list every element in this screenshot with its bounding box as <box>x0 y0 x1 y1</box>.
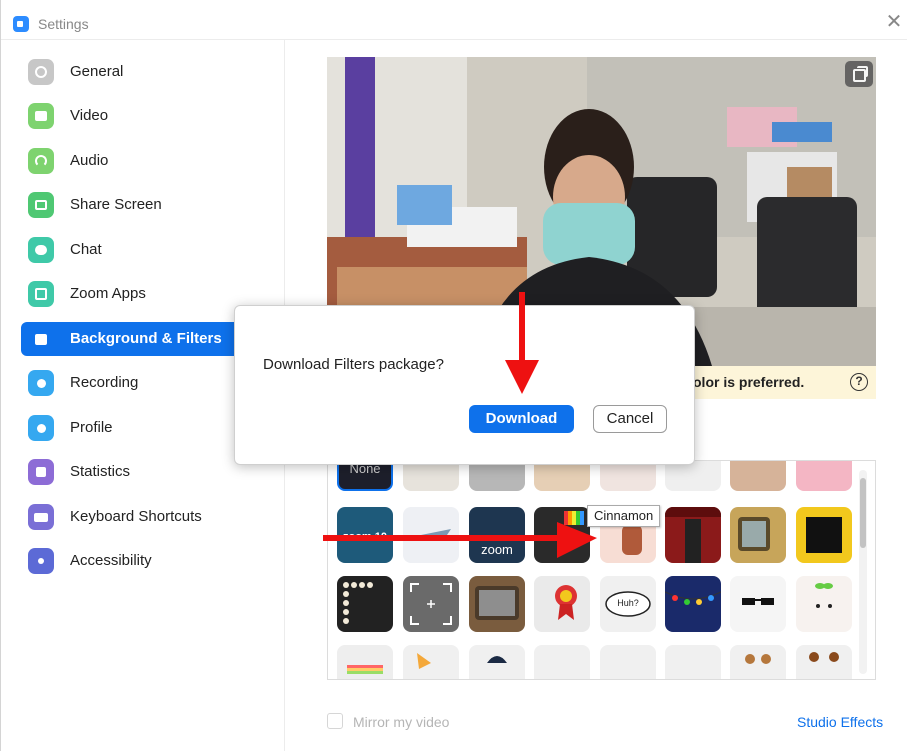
sunglasses-icon <box>742 598 774 605</box>
bear-ears-icon <box>745 654 771 664</box>
sidebar-item-video[interactable]: Video <box>21 99 257 133</box>
filter-tile[interactable] <box>730 461 786 491</box>
help-icon[interactable]: ? <box>850 373 868 391</box>
sidebar-item-label: Profile <box>70 419 113 436</box>
headphones-icon <box>28 148 54 174</box>
sidebar-item-share-screen[interactable]: Share Screen <box>21 188 257 222</box>
speech-bubble-text: Huh? <box>617 598 639 608</box>
filter-sprout-face-tile[interactable] <box>796 576 852 632</box>
settings-window: Settings ✕ General Video Audio Share Scr… <box>0 0 907 751</box>
sidebar-item-label: General <box>70 63 124 80</box>
filter-old-tv-tile[interactable] <box>469 576 525 632</box>
sidebar-item-label: Recording <box>70 374 139 391</box>
zoom-logo-icon <box>13 16 29 32</box>
title-bar: Settings ✕ <box>1 0 907 40</box>
sidebar-item-label: Accessibility <box>70 552 152 569</box>
studio-effects-link[interactable]: Studio Effects <box>797 714 883 730</box>
filter-rainbow-tile[interactable] <box>337 645 393 679</box>
chat-bubble-icon <box>28 237 54 263</box>
mirror-video-label: Mirror my video <box>353 714 450 730</box>
sidebar-item-audio[interactable]: Audio <box>21 144 257 178</box>
sidebar-item-label: Video <box>70 107 109 124</box>
cancel-button[interactable]: Cancel <box>593 405 667 433</box>
sidebar-item-keyboard-shortcuts[interactable]: Keyboard Shortcuts <box>21 500 257 534</box>
sidebar-item-label: Statistics <box>70 463 131 480</box>
share-screen-icon <box>28 192 54 218</box>
filter-medal-tile[interactable] <box>534 576 590 632</box>
dialog-message: Download Filters package? <box>263 356 444 373</box>
pizza-icon <box>417 653 431 669</box>
filter-film-strip-tile[interactable] <box>337 576 393 632</box>
sidebar-item-profile[interactable]: Profile <box>21 411 257 445</box>
download-filters-dialog: Download Filters package? Download Cance… <box>234 305 695 465</box>
holiday-lights-icon <box>665 591 721 605</box>
sidebar-item-label: Zoom Apps <box>70 285 146 302</box>
filter-face-tile[interactable] <box>600 645 656 679</box>
retro-tv-icon <box>738 517 770 551</box>
video-camera-icon <box>28 103 54 129</box>
filter-bear-ears-tile[interactable] <box>730 645 786 679</box>
record-icon <box>28 370 54 396</box>
filter-speech-bubble-tile[interactable]: zoom 10 Huh? <box>600 576 656 632</box>
window-title: Settings <box>38 16 89 32</box>
profile-icon <box>28 415 54 441</box>
sidebar-item-accessibility[interactable]: Accessibility <box>21 544 257 578</box>
filter-face-tile[interactable] <box>665 645 721 679</box>
filter-tile[interactable] <box>796 461 852 491</box>
keyboard-icon <box>28 504 54 530</box>
apps-icon <box>28 281 54 307</box>
film-strip-icon <box>343 582 373 624</box>
statistics-icon <box>28 459 54 485</box>
sidebar-item-label: Chat <box>70 241 102 258</box>
gear-icon <box>28 59 54 85</box>
sidebar-item-label: Share Screen <box>70 196 162 213</box>
medal-icon <box>555 585 577 620</box>
bear-face-icon <box>809 652 839 662</box>
filter-emoji-frame-tile[interactable] <box>796 507 852 563</box>
focus-frame-icon <box>410 583 452 625</box>
down-arrow-annotation <box>505 292 539 394</box>
notice-text: olor is preferred. <box>693 374 805 390</box>
filters-grid: None zoom 10 zoom <box>327 460 876 680</box>
filter-theater-curtain-tile[interactable] <box>665 507 721 563</box>
filter-pizza-tile[interactable] <box>403 645 459 679</box>
copy-icon[interactable] <box>845 61 873 87</box>
mirror-video-checkbox[interactable] <box>327 713 343 729</box>
sidebar-item-label: Background & Filters <box>70 330 222 347</box>
sidebar-item-label: Keyboard Shortcuts <box>70 508 202 525</box>
sprout-icon <box>815 583 833 608</box>
emoji-frame-icon <box>806 517 842 553</box>
background-icon <box>28 326 54 352</box>
sidebar-item-statistics[interactable]: Statistics <box>21 455 257 489</box>
filter-holiday-lights-tile[interactable] <box>665 576 721 632</box>
filter-camera-focus-tile[interactable] <box>403 576 459 632</box>
accessibility-icon <box>28 548 54 574</box>
filter-face-tile[interactable] <box>534 645 590 679</box>
filter-retro-tv-tile[interactable] <box>730 507 786 563</box>
cap-icon <box>487 656 507 663</box>
filters-scrollbar-thumb[interactable] <box>860 478 866 548</box>
sidebar-item-recording[interactable]: Recording <box>21 366 257 400</box>
sidebar-item-chat[interactable]: Chat <box>21 233 257 267</box>
rainbow-icon <box>347 665 383 674</box>
filter-sunglasses-tile[interactable] <box>730 576 786 632</box>
sidebar-item-label: Audio <box>70 152 109 169</box>
right-arrow-annotation <box>323 522 597 558</box>
sidebar-item-general[interactable]: General <box>21 55 257 89</box>
curtain-icon <box>665 507 721 563</box>
old-tv-icon <box>475 586 519 620</box>
close-icon[interactable]: ✕ <box>884 12 904 32</box>
sidebar-item-zoom-apps[interactable]: Zoom Apps <box>21 277 257 311</box>
download-button[interactable]: Download <box>469 405 574 433</box>
filter-cap-tile[interactable] <box>469 645 525 679</box>
filter-bear-face-tile[interactable] <box>796 645 852 679</box>
sidebar-item-background-filters[interactable]: Background & Filters <box>21 322 257 356</box>
